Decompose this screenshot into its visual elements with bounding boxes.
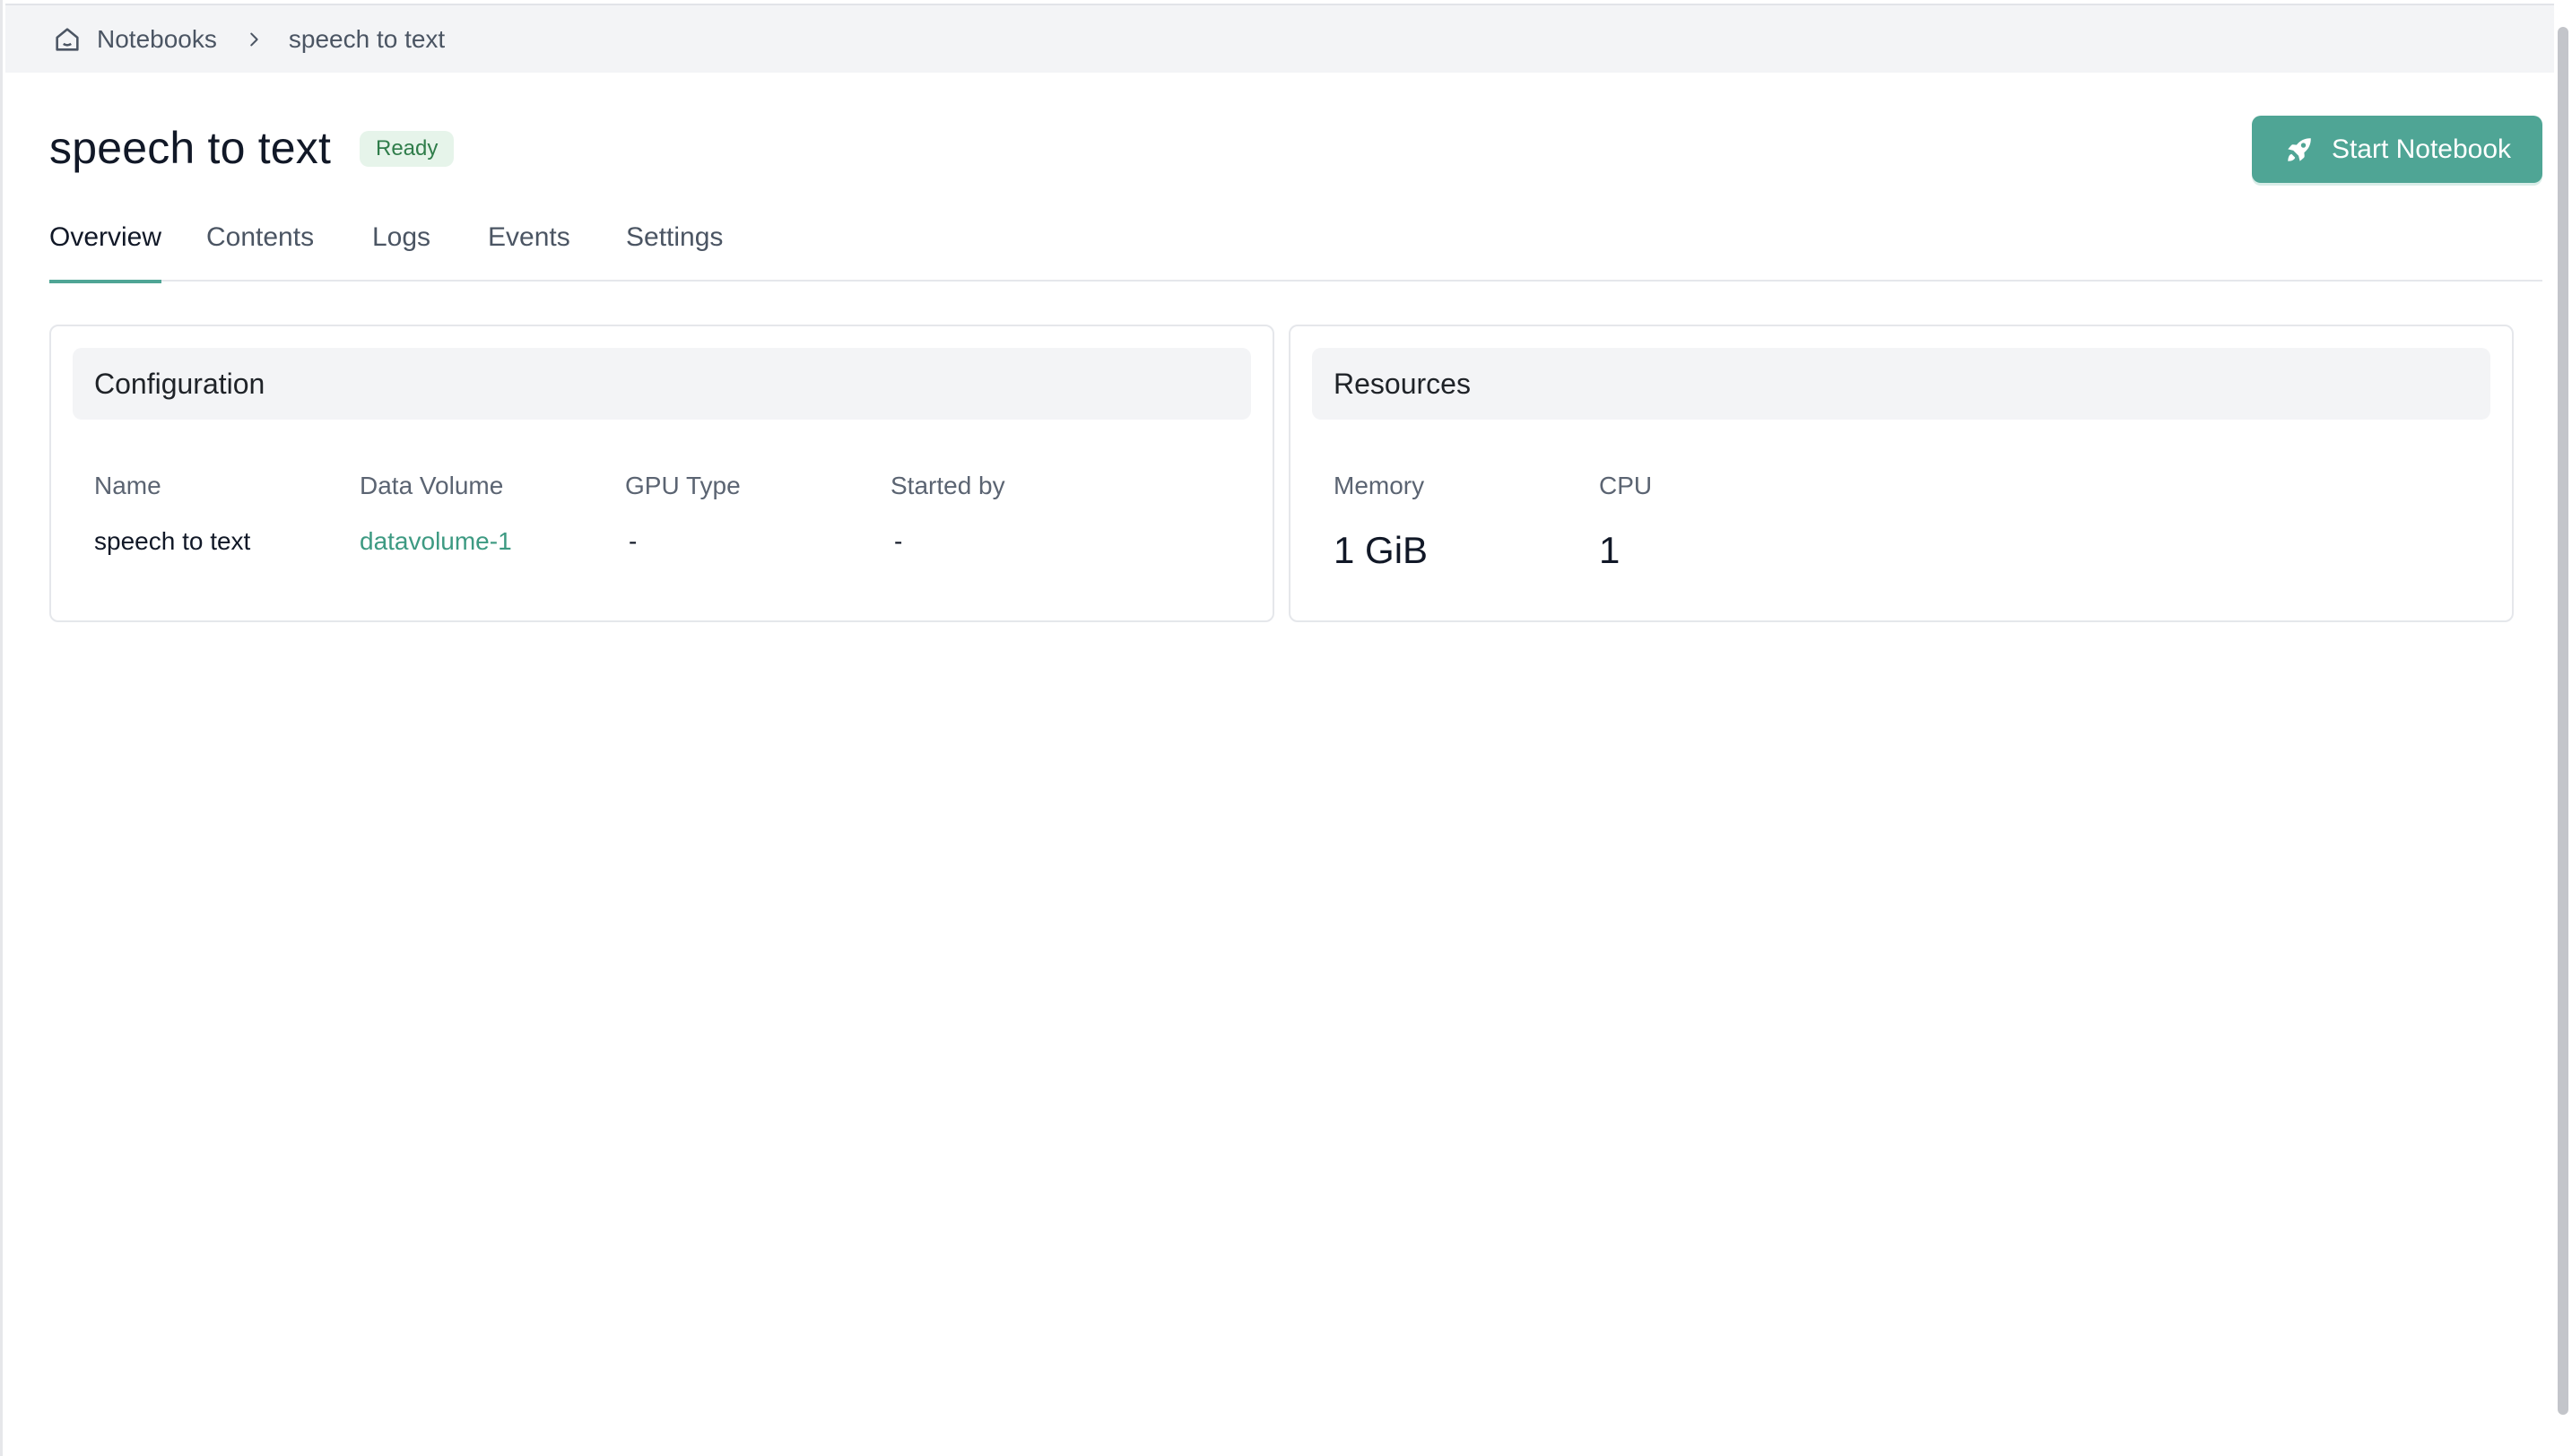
resources-memory-value: 1 GiB bbox=[1334, 529, 1429, 571]
scrollbar-thumb[interactable] bbox=[2558, 27, 2568, 1415]
breadcrumb: Notebooks speech to text bbox=[5, 4, 2557, 73]
resources-card: Resources Memory 1 GiB CPU 1 bbox=[1289, 325, 2514, 622]
config-gpu-type-label: GPU Type bbox=[625, 472, 741, 499]
rocket-icon bbox=[2283, 134, 2316, 166]
start-notebook-button[interactable]: Start Notebook bbox=[2252, 116, 2542, 183]
tab-events[interactable]: Events bbox=[488, 222, 570, 280]
resources-card-title: Resources bbox=[1312, 348, 2490, 420]
tab-bar: Overview Contents Logs Events Settings bbox=[49, 215, 2542, 283]
tab-settings[interactable]: Settings bbox=[626, 222, 723, 280]
config-started-by-value: - bbox=[894, 527, 903, 555]
status-badge: Ready bbox=[360, 131, 455, 167]
config-data-volume-label: Data Volume bbox=[360, 472, 504, 499]
chevron-right-icon bbox=[244, 30, 264, 49]
start-notebook-label: Start Notebook bbox=[2331, 134, 2512, 164]
configuration-card: Configuration Name speech to text Data V… bbox=[49, 325, 1274, 622]
config-name-label: Name bbox=[94, 472, 161, 499]
breadcrumb-current: speech to text bbox=[288, 24, 446, 53]
config-name-value: speech to text bbox=[94, 527, 251, 555]
config-gpu-type-value: - bbox=[629, 527, 638, 555]
home-icon[interactable] bbox=[52, 24, 83, 55]
config-data-volume-link[interactable]: datavolume-1 bbox=[360, 527, 512, 556]
breadcrumb-notebooks-link[interactable]: Notebooks bbox=[97, 25, 217, 54]
tab-contents[interactable]: Contents bbox=[206, 222, 314, 280]
tab-overview[interactable]: Overview bbox=[49, 222, 162, 283]
vertical-scrollbar[interactable] bbox=[2554, 0, 2572, 1456]
resources-cpu-value: 1 bbox=[1599, 529, 1621, 571]
page-title: speech to text bbox=[49, 123, 332, 173]
app-frame: Notebooks speech to text speech to text … bbox=[0, 0, 2572, 1456]
config-started-by-label: Started by bbox=[891, 472, 1005, 499]
resources-memory-label: Memory bbox=[1334, 472, 1425, 499]
configuration-card-title: Configuration bbox=[73, 348, 1251, 420]
resources-cpu-label: CPU bbox=[1599, 472, 1653, 499]
tab-logs[interactable]: Logs bbox=[372, 222, 430, 280]
